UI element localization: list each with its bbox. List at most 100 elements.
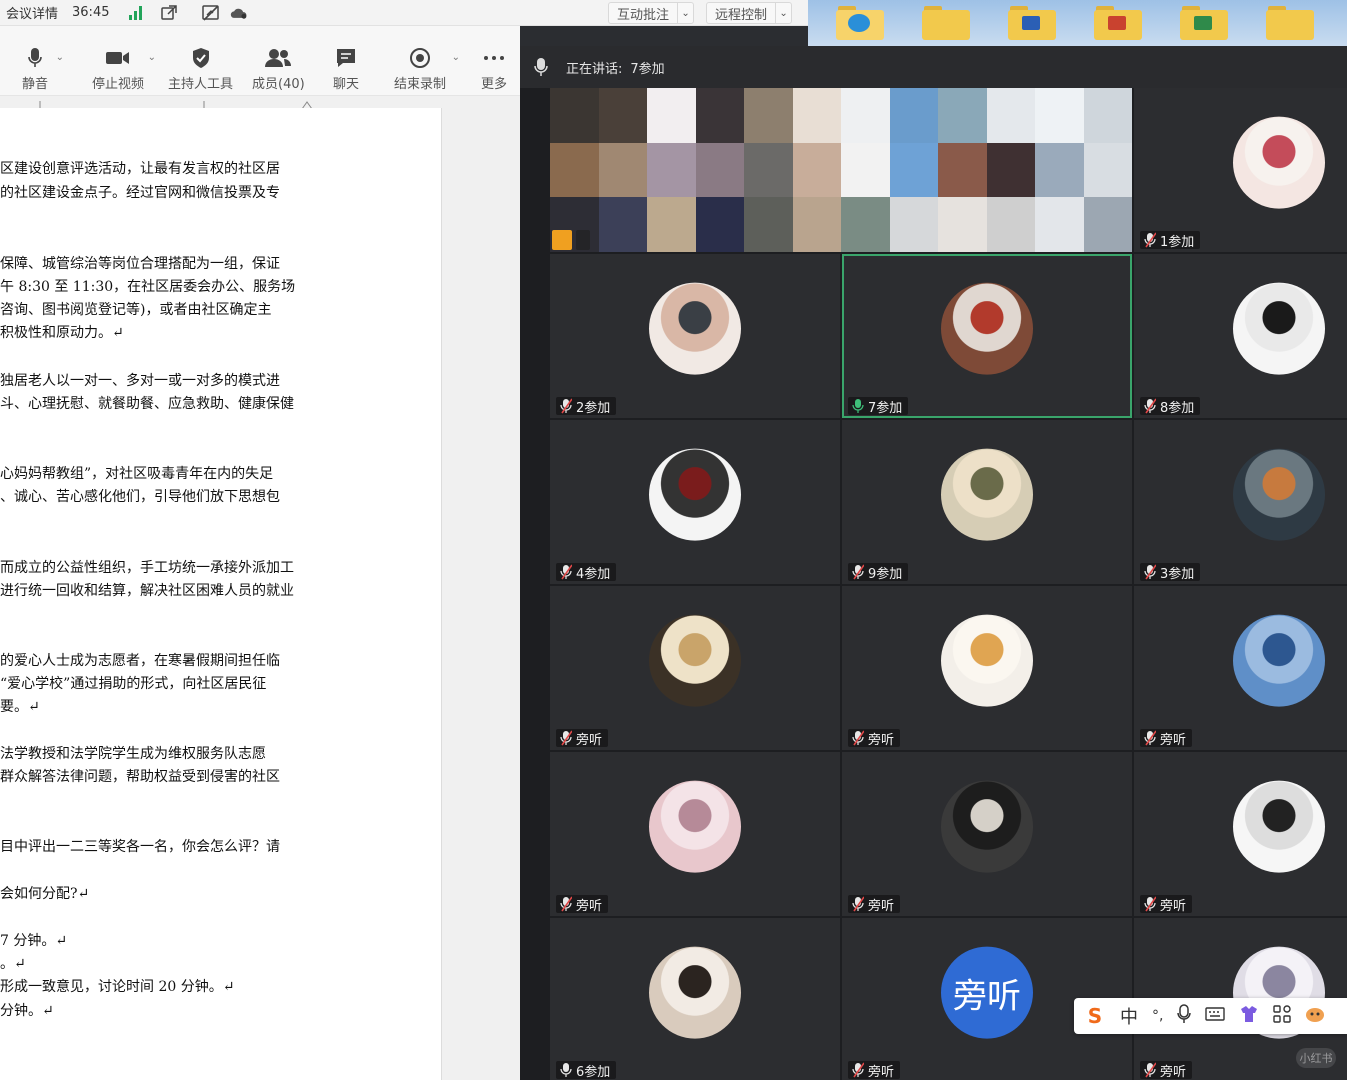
participant-avatar [649, 946, 741, 1039]
mosaic-block [792, 142, 841, 198]
participant-name: 1参加 [1160, 234, 1195, 250]
chat-button[interactable]: 聊天 [333, 46, 359, 92]
microphone-icon [27, 46, 43, 70]
members-button[interactable]: 成员(40) [252, 46, 305, 92]
mosaic-block [744, 197, 793, 252]
ime-mode-toggle[interactable]: 中 [1120, 1003, 1138, 1029]
mascot-icon[interactable] [1305, 1005, 1325, 1028]
participant-tile[interactable]: 4参加 [550, 420, 840, 584]
meeting-timer: 36:45 [72, 5, 110, 20]
document-line: 保障、城管综治等岗位合理搭配为一组，保证 [0, 256, 280, 272]
annotate-button[interactable]: 互动批注 ⌄ [608, 2, 695, 24]
keyboard-icon[interactable] [1205, 1006, 1226, 1027]
document-line: 心妈妈帮教组”，对社区吸毒青年在内的失足 [0, 466, 274, 482]
annotate-label: 互动批注 [617, 7, 670, 23]
participant-avatar [649, 614, 741, 707]
remote-control-label: 远程控制 [715, 7, 768, 23]
muted-mic-icon [560, 730, 572, 746]
participant-tile[interactable]: 旁听 [842, 586, 1132, 750]
host-tools-button[interactable]: 主持人工具 [168, 46, 233, 92]
participant-name: 旁听 [868, 732, 895, 748]
ruler [0, 96, 520, 110]
record-icon [409, 46, 431, 70]
excel-folder-icon[interactable] [1180, 6, 1228, 40]
chevron-down-icon[interactable]: ⌄ [452, 52, 460, 63]
folder-icon[interactable] [922, 6, 970, 40]
document-line: 群众解答法律问题，帮助权益受到侵害的社区 [0, 769, 280, 785]
mosaic-block [1035, 197, 1084, 252]
participant-tile[interactable]: 9参加 [842, 420, 1132, 584]
cloud-icon[interactable] [230, 4, 248, 22]
participant-tile[interactable]: 旁听 [550, 586, 840, 750]
participant-tile[interactable]: 1参加 [1134, 88, 1347, 252]
participant-avatar [941, 448, 1033, 541]
participant-name: 6参加 [576, 1064, 611, 1080]
meeting-toolbar: 静音 ⌄ 停止视频 ⌄ 主持人工具 成员(40) 聊天 结束录制 ⌄ 更多 [0, 26, 520, 96]
participant-name-tag: 4参加 [556, 563, 617, 582]
muted-mic-icon [560, 896, 572, 912]
participant-avatar [1233, 282, 1325, 375]
document-line: “爱心学校”通过捐助的形式，向社区居民征 [0, 676, 267, 692]
chevron-down-icon[interactable]: ⌄ [677, 3, 693, 23]
mute-label: 静音 [22, 77, 49, 92]
participant-name-tag: 2参加 [556, 397, 617, 416]
participant-avatar [941, 780, 1033, 873]
document-line: 形成一致意见，讨论时间 20 分钟。↵ [0, 979, 235, 995]
participant-name-tag: 6参加 [556, 1061, 617, 1080]
chevron-down-icon[interactable]: ⌄ [148, 52, 156, 63]
participant-tile[interactable]: 8参加 [1134, 254, 1347, 418]
participant-tile[interactable]: 2参加 [550, 254, 840, 418]
muted-mic-icon [852, 564, 864, 580]
folder-icon[interactable] [1266, 6, 1314, 40]
muted-mic-icon [1144, 232, 1156, 248]
chevron-down-icon[interactable]: ⌄ [56, 52, 64, 63]
word-folder-icon[interactable] [1008, 6, 1056, 40]
participant-tile[interactable]: 3参加 [1134, 420, 1347, 584]
participant-name-tag: 旁听 [1140, 1061, 1193, 1080]
participant-tile[interactable]: 旁听 [1134, 586, 1347, 750]
voice-input-icon[interactable] [1177, 1003, 1192, 1029]
screen: { "meeting": { "details_label": "会议详情", … [0, 0, 1347, 1080]
mosaic-block [792, 88, 841, 143]
mosaic-block [598, 142, 647, 198]
participant-name: 3参加 [1160, 566, 1195, 582]
participant-tile[interactable]: 6参加 [550, 918, 840, 1080]
muted-mic-icon [1144, 1062, 1156, 1078]
document-page[interactable]: 区建设创意评选活动，让最有发言权的社区居 的社区建设金点子。经过官网和微信投票及专… [0, 108, 442, 1080]
skin-icon[interactable] [1239, 1005, 1259, 1028]
sogou-logo-icon[interactable]: S [1084, 1004, 1106, 1028]
participant-name-tag: 旁听 [1140, 895, 1193, 914]
mosaic-block [986, 142, 1035, 198]
remote-control-button[interactable]: 远程控制 ⌄ [706, 2, 793, 24]
end-recording-button[interactable]: 结束录制 ⌄ [394, 46, 460, 92]
ppt-folder-icon[interactable] [1094, 6, 1142, 40]
mosaic-block [1083, 142, 1132, 198]
browser-folder-icon[interactable] [836, 6, 884, 40]
chat-label: 聊天 [333, 77, 360, 92]
chevron-down-icon[interactable]: ⌄ [775, 3, 791, 23]
ime-punct-toggle[interactable]: °, [1152, 1008, 1163, 1024]
shared-screen-tile[interactable] [550, 88, 1132, 252]
chat-icon [335, 46, 357, 70]
members-label: 成员(40) [252, 77, 305, 92]
more-button[interactable]: 更多 [481, 46, 507, 92]
mosaic-block [1083, 197, 1132, 252]
participant-tile[interactable]: 旁听 [1134, 752, 1347, 916]
participant-avatar [649, 780, 741, 873]
share-window-icon[interactable] [160, 4, 178, 22]
document-line: 。↵ [0, 956, 26, 972]
participant-tile[interactable]: 旁听 [550, 752, 840, 916]
mosaic-block [1035, 142, 1084, 198]
toolbox-grid-icon[interactable] [1273, 1004, 1292, 1028]
mosaic-block [550, 88, 599, 143]
participant-tile[interactable]: 旁听 [842, 752, 1132, 916]
mute-button[interactable]: 静音 ⌄ [22, 46, 64, 92]
stop-share-icon[interactable] [202, 4, 220, 22]
meeting-details-link[interactable]: 会议详情 [6, 3, 58, 22]
document-line: 的社区建设金点子。经过官网和微信投票及专 [0, 185, 280, 201]
participant-tile[interactable]: 7参加 [842, 254, 1132, 418]
participant-name-tag: 9参加 [848, 563, 909, 582]
text-avatar: 旁听 [941, 946, 1033, 1039]
stop-video-button[interactable]: 停止视频 ⌄ [92, 46, 156, 92]
mosaic-block [744, 88, 793, 143]
